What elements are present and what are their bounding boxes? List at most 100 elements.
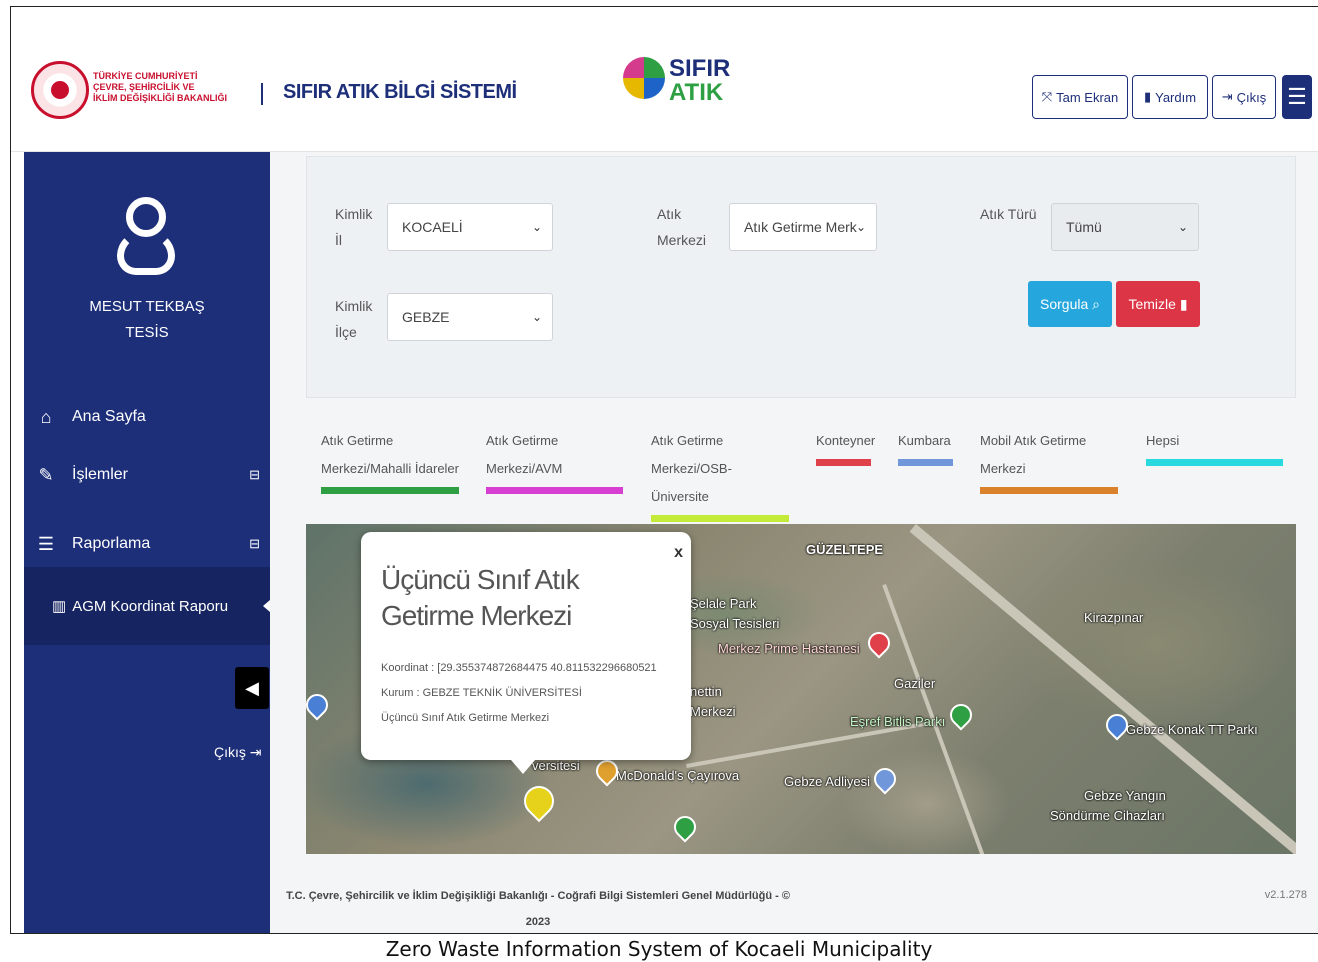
sidebar-sub-item-label: AGM Koordinat Raporu — [72, 597, 229, 615]
waste-center-label: Atık Merkezi — [657, 201, 706, 253]
legend-swatch — [486, 487, 623, 494]
sidebar-item-operations[interactable]: ✎ İşlemler ⊟ — [24, 455, 270, 495]
footer: T.C. Çevre, Şehircilik ve İklim Değişikl… — [270, 861, 1318, 934]
hospital-pin-icon[interactable] — [863, 627, 895, 659]
sidebar-item-agm-coordinate-report[interactable]: ▥ AGM Koordinat Raporu — [24, 567, 270, 645]
legend-item-avm[interactable]: Atık Getirme Merkezi/AVM — [486, 427, 623, 494]
logout-icon: ⇥ — [249, 744, 262, 760]
popup-coordinate: Koordinat : [29.355374872684475 40.81153… — [381, 662, 657, 674]
map-label: Merkezi — [690, 704, 736, 719]
map-label: Eşref Bitlis Parkı — [850, 714, 946, 729]
province-select[interactable]: KOCAELİ ⌄ — [387, 203, 553, 251]
footer-copyright: T.C. Çevre, Şehircilik ve İklim Değişikl… — [286, 890, 790, 928]
legend-item-mobile[interactable]: Mobil Atık Getirme Merkezi — [980, 427, 1118, 494]
map-label: Gebze Konak TT Parkı — [1126, 722, 1258, 737]
logo-line-2: ATIK — [669, 79, 724, 106]
popup-institution: Kurum : GEBZE TEKNİK ÜNİVERSİTESİ — [381, 687, 582, 699]
legend-swatch — [321, 487, 459, 494]
legend-item-osb-university[interactable]: Atık Getirme Merkezi/OSB-Üniversite — [651, 427, 789, 522]
legend-label: Merkezi/Mahalli İdareler — [321, 461, 459, 476]
legend-label: Merkezi/OSB-Üniversite — [651, 461, 732, 504]
legend-item-container[interactable]: Konteyner — [816, 427, 875, 466]
ministry-line-2: ÇEVRE, ŞEHİRCİLİK VE — [93, 82, 195, 92]
map-popup: x Üçüncü Sınıf Atık Getirme Merkezi Koor… — [361, 532, 691, 774]
legend-item-bank[interactable]: Kumbara — [898, 427, 953, 466]
district-select[interactable]: GEBZE ⌄ — [387, 293, 553, 341]
courthouse-pin-icon[interactable] — [869, 763, 901, 795]
map-label: McDonald's Çayırova — [616, 768, 740, 783]
map-label: GÜZELTEPE — [806, 542, 884, 557]
selected-waste-center-pin-icon[interactable] — [517, 779, 561, 823]
search-icon: ⌕ — [1088, 295, 1100, 312]
clear-label: Temizle — [1128, 296, 1176, 312]
satellite-map[interactable]: GÜZELTEPE Şelale Park Sosyal Tesisleri M… — [306, 524, 1296, 854]
user-avatar-icon — [117, 197, 175, 277]
legend-swatch — [898, 459, 953, 466]
logout-icon: ⇥ — [1221, 89, 1233, 104]
waste-center-select[interactable]: Atık Getirme Merk ⌄ — [729, 203, 877, 251]
legend-label: Atık Getirme — [321, 433, 394, 448]
trash-icon: ▮ — [1175, 295, 1188, 312]
help-label: Yardım — [1155, 89, 1197, 105]
arrow-left-circle-icon[interactable]: ◀ — [235, 667, 269, 709]
map-label: Merkez Prime Hastanesi — [718, 641, 860, 656]
legend-swatch — [980, 487, 1118, 494]
legend-swatch — [651, 515, 789, 522]
system-title: SIFIR ATIK BİLGİ SİSTEMİ — [283, 81, 517, 103]
bar-chart-icon: ▥ — [52, 598, 67, 615]
chevron-down-icon: ⌄ — [531, 310, 542, 324]
fullscreen-icon: ⤧ — [1041, 89, 1053, 104]
filter-panel: Kimlik İl KOCAELİ ⌄ Kimlik İlçe GEBZE ⌄ … — [306, 156, 1296, 398]
legend-label: Atık Getirme — [651, 433, 724, 448]
district-label: Kimlik İlçe — [335, 293, 372, 345]
ministry-seal-icon — [31, 61, 89, 119]
hamburger-icon[interactable]: ☰ — [1282, 75, 1312, 119]
poi-pin-icon[interactable] — [306, 689, 333, 721]
query-label: Sorgula — [1040, 296, 1089, 312]
fullscreen-button[interactable]: ⤧ Tam Ekran — [1032, 75, 1128, 119]
sidebar-item-home[interactable]: ⌂ Ana Sayfa — [24, 397, 270, 437]
chevron-down-icon: ⌄ — [1177, 220, 1188, 234]
waste-type-value: Tümü — [1066, 219, 1102, 235]
waste-center-label-line-2: Merkezi — [657, 232, 707, 248]
header: TÜRKİYE CUMHURİYETİ ÇEVRE, ŞEHİRCİLİK VE… — [11, 7, 1318, 152]
sidebar-logout-label: Çıkış — [214, 744, 246, 760]
header-divider — [261, 83, 263, 105]
clear-button[interactable]: Temizle ▮ — [1116, 281, 1200, 327]
popup-type: Üçüncü Sınıf Atık Getirme Merkezi — [381, 712, 550, 724]
province-label: Kimlik İl — [335, 201, 372, 253]
map-highway — [909, 524, 1296, 854]
park-pin-icon[interactable] — [945, 699, 977, 731]
sidebar-logout-link[interactable]: Çıkış ⇥ — [214, 744, 262, 761]
map-label: nettin — [690, 684, 722, 699]
user-name-line-1: MESUT TEKBAŞ — [89, 298, 205, 315]
legend-item-all[interactable]: Hepsi — [1146, 427, 1283, 466]
ministry-line-1: TÜRKİYE CUMHURİYETİ — [93, 71, 198, 81]
district-value: GEBZE — [402, 309, 450, 325]
province-label-line-1: Kimlik — [335, 206, 373, 222]
help-button[interactable]: ▮ Yardım — [1132, 75, 1208, 119]
sidebar-item-label: Raporlama — [72, 535, 151, 552]
ministry-name: TÜRKİYE CUMHURİYETİ ÇEVRE, ŞEHİRCİLİK VE… — [93, 71, 227, 104]
map-label: Gaziler — [894, 676, 936, 691]
avatar-body — [117, 231, 175, 275]
map-label: Gebze Yangın — [1084, 788, 1166, 803]
legend-label: Atık Getirme Merkezi/AVM — [486, 433, 563, 476]
legend-label: Hepsi — [1146, 433, 1180, 448]
ministry-line-3: İKLİM DEĞİŞİKLİĞİ BAKANLIĞI — [93, 93, 227, 103]
sidebar: MESUT TEKBAŞ TESİS ⌂ Ana Sayfa ✎ İşlemle… — [24, 152, 270, 934]
query-button[interactable]: Sorgula ⌕ — [1028, 281, 1112, 327]
district-label-line-1: Kimlik — [335, 298, 373, 314]
home-icon: ⌂ — [40, 406, 52, 427]
legend-label: Mobil Atık Getirme — [980, 433, 1087, 448]
province-value: KOCAELİ — [402, 219, 463, 235]
sidebar-item-reporting[interactable]: ☰ Raporlama ⊟ — [24, 524, 270, 564]
logout-button[interactable]: ⇥ Çıkış — [1212, 75, 1276, 119]
expand-icon: ⊟ — [249, 536, 260, 551]
park-pin-icon[interactable] — [669, 811, 701, 843]
legend-item-municipal[interactable]: Atık Getirme Merkezi/Mahalli İdareler — [321, 427, 459, 494]
waste-center-value: Atık Getirme Merk — [744, 219, 857, 235]
edit-icon: ✎ — [38, 464, 54, 485]
waste-type-select[interactable]: Tümü ⌄ — [1051, 203, 1199, 251]
close-icon[interactable]: x — [674, 544, 683, 562]
